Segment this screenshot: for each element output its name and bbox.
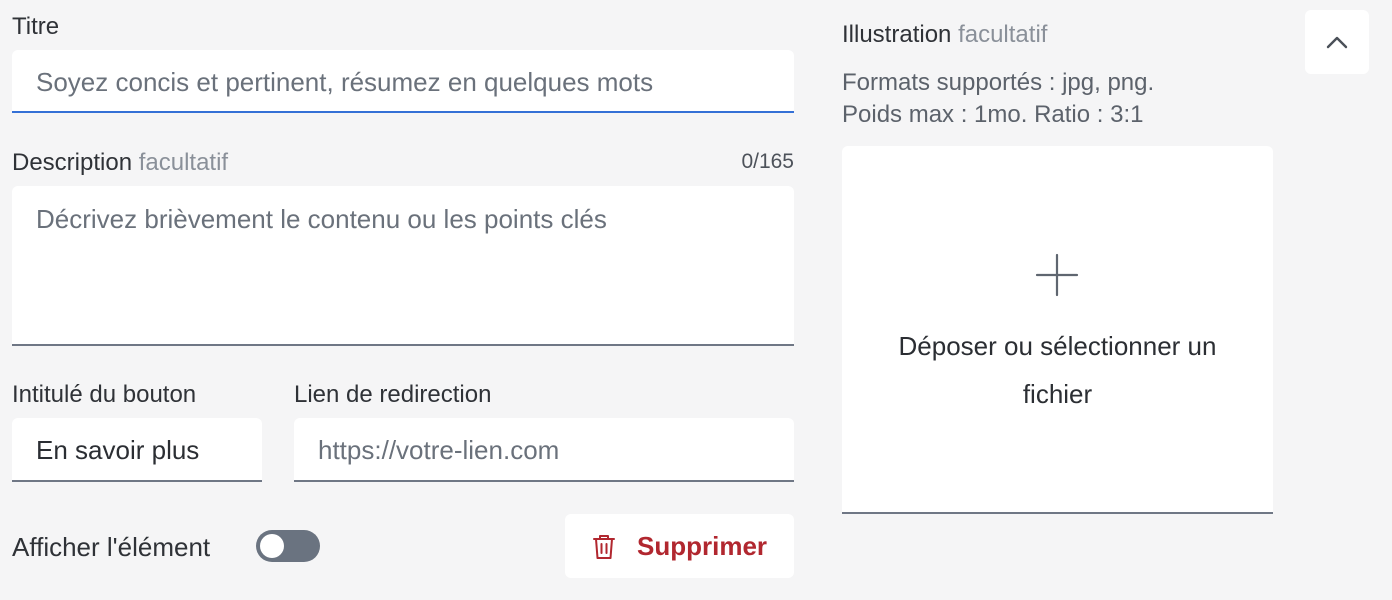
button-label-value: En savoir plus <box>36 435 200 465</box>
dropzone-text-line2: fichier <box>1022 379 1093 409</box>
visibility-toggle[interactable] <box>256 530 320 562</box>
title-input[interactable]: Soyez concis et pertinent, résumez en qu… <box>12 50 794 113</box>
delete-button-label: Supprimer <box>637 531 768 561</box>
description-optional-tag: facultatif <box>138 149 229 176</box>
visibility-label: Afficher l'élément <box>12 532 211 562</box>
trash-icon <box>591 533 617 561</box>
title-placeholder: Soyez concis et pertinent, résumez en qu… <box>36 67 654 97</box>
chevron-up-icon <box>1325 32 1349 52</box>
illustration-label-text: Illustration <box>842 21 952 48</box>
button-label-label: Intitulé du bouton <box>12 381 197 408</box>
illustration-label: Illustration facultatif <box>842 20 1047 50</box>
plus-icon <box>1034 252 1080 298</box>
illustration-help-size: Poids max : 1mo. Ratio : 3:1 <box>842 101 1144 128</box>
link-placeholder: https://votre-lien.com <box>318 435 560 465</box>
illustration-optional-tag: facultatif <box>958 21 1048 48</box>
link-input[interactable]: https://votre-lien.com <box>294 418 794 482</box>
button-label-input[interactable]: En savoir plus <box>12 418 262 482</box>
description-char-counter: 0/165 <box>741 150 794 173</box>
link-label: Lien de redirection <box>294 381 492 408</box>
illustration-help-formats: Formats supportés : jpg, png. <box>842 69 1155 96</box>
file-dropzone[interactable]: Déposer ou sélectionner un fichier <box>842 146 1273 514</box>
title-label: Titre <box>12 13 60 40</box>
description-placeholder: Décrivez brièvement le contenu ou les po… <box>36 204 607 234</box>
description-label-text: Description <box>12 149 133 176</box>
description-label: Description facultatif <box>12 148 228 178</box>
description-textarea[interactable]: Décrivez brièvement le contenu ou les po… <box>12 186 794 346</box>
delete-button[interactable]: Supprimer <box>565 514 794 578</box>
dropzone-text-line1: Déposer ou sélectionner un <box>898 331 1217 361</box>
toggle-knob <box>260 534 284 558</box>
collapse-button[interactable] <box>1305 10 1369 74</box>
dropzone-text: Déposer ou sélectionner un fichier <box>842 322 1273 418</box>
